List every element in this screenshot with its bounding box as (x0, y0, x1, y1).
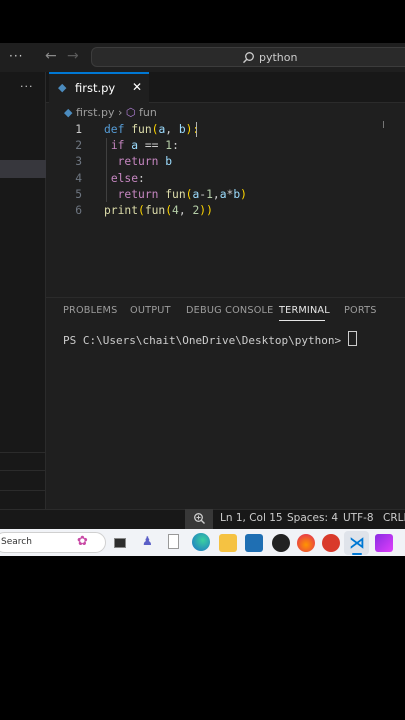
zoom-icon (194, 513, 205, 524)
bottom-panel (46, 297, 405, 509)
tab-debug-console[interactable]: DEBUG CONSOLE (186, 305, 273, 316)
terminal-cursor (347, 331, 357, 346)
code-token: fun (144, 204, 166, 217)
sidebar-divider (0, 452, 46, 453)
search-highlight-icon: ✿ (77, 534, 88, 549)
code-token: return (117, 188, 159, 201)
code-token: a (219, 188, 227, 201)
command-center-search[interactable]: python (91, 47, 405, 67)
code-token: fun (165, 188, 186, 201)
file-explorer-icon[interactable] (219, 534, 237, 552)
tab-output[interactable]: OUTPUT (130, 305, 171, 316)
breadcrumb: ◆ first.py › ⬡ fun (64, 106, 157, 119)
indentation-status[interactable]: Spaces: 4 (287, 512, 338, 524)
code-line[interactable]: print(fun(4, 2)) (104, 204, 213, 217)
code-token: )) (199, 204, 213, 217)
code-token: , (212, 188, 220, 201)
firefox-icon[interactable] (297, 534, 315, 552)
line-number: 3 (75, 155, 82, 168)
active-tab-indicator (279, 320, 325, 321)
store-icon[interactable] (245, 534, 263, 552)
code-line[interactable]: return fun(a-1,a*b) (104, 188, 247, 201)
sidebar-selected-item[interactable] (0, 160, 46, 178)
close-icon[interactable]: ✕ (132, 80, 142, 94)
code-line[interactable]: return b (104, 155, 172, 168)
search-text: python (259, 51, 298, 64)
cursor-position[interactable]: Ln 1, Col 15 (220, 512, 283, 524)
tab-ports[interactable]: PORTS (344, 305, 377, 316)
teams-icon[interactable]: ♟ (142, 534, 153, 548)
code-line[interactable]: def fun(a, b): (104, 123, 199, 136)
encoding-status[interactable]: UTF-8 (343, 512, 374, 524)
code-token: ( (138, 204, 145, 217)
taskbar-search-box[interactable]: Search ✿ (0, 532, 106, 553)
sidebar-more-button[interactable]: ··· (20, 80, 34, 93)
task-view-icon[interactable] (114, 538, 126, 548)
python-file-icon: ◆ (58, 81, 67, 94)
editor-area: ◆ first.py ✕ ◆ first.py › ⬡ fun I (46, 72, 405, 297)
app-icon[interactable] (375, 534, 393, 552)
line-number: 1 (75, 123, 82, 136)
python-file-icon: ◆ (64, 106, 73, 119)
text-caret (196, 122, 197, 137)
code-token: def (104, 123, 125, 136)
tab-label: first.py (75, 81, 116, 95)
terminal-prompt: PS C:\Users\chait\OneDrive\Desktop\pytho… (63, 334, 348, 347)
text-cursor-icon: I (382, 120, 385, 131)
code-token: b (165, 155, 173, 168)
code-token: return (117, 155, 159, 168)
code-token: else (110, 172, 139, 185)
code-token: : (172, 139, 179, 152)
line-number: 4 (75, 172, 82, 185)
sidebar-divider (0, 470, 46, 471)
wps-icon[interactable] (322, 534, 340, 552)
side-bar: ··· (0, 72, 46, 509)
code-token: ): (185, 123, 200, 136)
indent-guide (106, 138, 107, 202)
sidebar-divider (0, 490, 46, 491)
zoom-status-button[interactable] (185, 509, 213, 529)
app-icon[interactable] (272, 534, 290, 552)
breadcrumb-symbol[interactable]: fun (139, 106, 157, 119)
eol-status[interactable]: CRLF (383, 512, 405, 524)
terminal-output[interactable]: PS C:\Users\chait\OneDrive\Desktop\pytho… (63, 331, 357, 347)
search-icon (243, 52, 254, 64)
vscode-icon: ⋊ (349, 533, 365, 552)
code-token: , (165, 123, 179, 136)
tab-first-py[interactable]: ◆ first.py ✕ (49, 72, 149, 103)
active-app-indicator (352, 553, 362, 555)
line-number: 6 (75, 204, 82, 217)
code-token: ) (240, 188, 247, 201)
vscode-taskbar-button[interactable]: ⋊ (344, 531, 369, 555)
forward-arrow-icon[interactable]: → (67, 48, 79, 64)
edge-icon[interactable] (192, 533, 210, 551)
code-token: , (178, 204, 193, 217)
title-bar: ··· ← → python (0, 43, 405, 72)
menu-more-button[interactable]: ··· (9, 49, 23, 63)
back-arrow-icon[interactable]: ← (45, 48, 57, 64)
code-token: == (138, 139, 166, 152)
windows-taskbar: Search ✿ ♟ ⋊ (0, 529, 405, 556)
code-line[interactable]: if a == 1: (104, 139, 179, 152)
line-number: 5 (75, 188, 82, 201)
code-token: 4 (172, 204, 179, 217)
function-symbol-icon: ⬡ (125, 106, 136, 119)
code-token: print (104, 204, 139, 217)
code-token: b (178, 123, 186, 136)
file-icon[interactable] (168, 534, 179, 549)
tab-terminal[interactable]: TERMINAL (279, 305, 330, 316)
code-token: fun (131, 123, 152, 136)
code-token: 1 (206, 188, 213, 201)
code-token: if (110, 139, 125, 152)
taskbar-search-text: Search (1, 537, 32, 547)
breadcrumb-file[interactable]: first.py (76, 106, 114, 119)
breadcrumb-separator: › (117, 106, 123, 119)
line-number: 2 (75, 139, 82, 152)
code-token: : (138, 172, 145, 185)
code-line[interactable]: else: (104, 172, 145, 185)
tab-problems[interactable]: PROBLEMS (63, 305, 117, 316)
